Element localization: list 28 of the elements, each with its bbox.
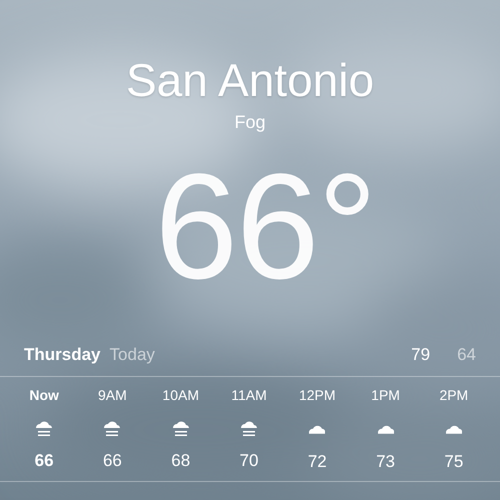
day-name: Thursday — [24, 345, 101, 365]
hour-temperature: 66 — [102, 450, 122, 472]
hour-temperature: 68 — [171, 450, 190, 472]
day-label: Today — [110, 345, 156, 365]
low-temperature: 64 — [457, 345, 476, 365]
fog-icon — [172, 421, 189, 436]
city-name: San Antonio — [126, 53, 374, 108]
hour-temperature: 72 — [308, 451, 327, 473]
weather-condition: Fog — [234, 111, 266, 134]
fog-icon — [104, 421, 120, 436]
high-temperature: 79 — [411, 345, 430, 365]
fog-icon — [240, 421, 257, 436]
hour-time: 1PM — [371, 386, 400, 405]
cloud-icon — [378, 424, 394, 434]
hour-time: 10AM — [162, 386, 199, 405]
hour-temperature: 73 — [376, 451, 396, 473]
cloud-icon — [446, 424, 462, 434]
fog-icon — [36, 421, 52, 436]
current-temperature: 66° — [154, 146, 376, 306]
hour-time: Now — [29, 386, 59, 405]
hour-temperature: 66 — [34, 450, 54, 472]
hour-temperature: 70 — [240, 450, 258, 472]
hour-time: 12PM — [298, 386, 336, 405]
hour-time: 11AM — [231, 386, 267, 405]
hour-time: 2PM — [439, 386, 468, 405]
hour-time: 9AM — [98, 386, 127, 405]
cloud-icon — [309, 424, 326, 434]
hour-temperature: 75 — [444, 451, 464, 473]
